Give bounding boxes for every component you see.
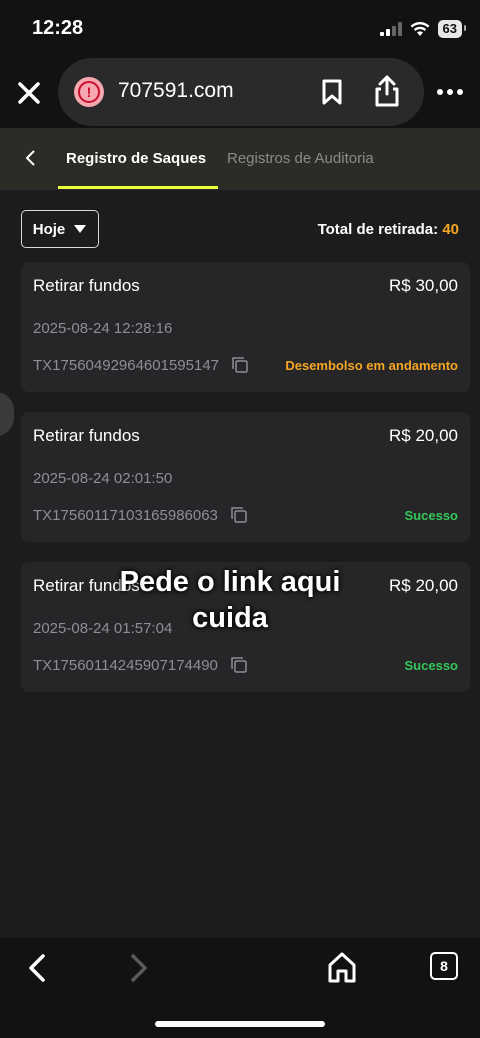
copy-icon[interactable] bbox=[231, 356, 249, 374]
tab-withdrawal-records[interactable]: Registro de Saques bbox=[66, 150, 206, 167]
date-filter-dropdown[interactable]: Hoje bbox=[21, 210, 99, 248]
record-title: Retirar fundos bbox=[33, 426, 140, 445]
share-icon bbox=[375, 75, 399, 107]
home-icon bbox=[328, 952, 356, 983]
chevron-left-icon bbox=[25, 150, 35, 166]
battery-indicator: 63 bbox=[437, 20, 467, 38]
tabs-button[interactable]: 8 bbox=[430, 952, 458, 980]
home-indicator bbox=[155, 1021, 325, 1027]
active-tab-indicator bbox=[58, 186, 218, 189]
close-icon bbox=[18, 82, 40, 104]
back-icon bbox=[29, 954, 45, 982]
withdrawal-record-card: Retirar fundos R$ 30,00 2025-08-24 12:28… bbox=[21, 262, 470, 392]
record-status: Sucesso bbox=[404, 508, 458, 523]
record-amount: R$ 20,00 bbox=[389, 426, 458, 445]
record-tx-row: TX17560117103165986063 bbox=[33, 506, 248, 524]
warning-icon[interactable]: ! bbox=[74, 77, 104, 107]
browser-bottom-bar: 8 bbox=[0, 938, 480, 1038]
total-value: 40 bbox=[442, 221, 459, 238]
status-time: 12:28 bbox=[32, 17, 84, 39]
tabs-bar: Registro de Saques Registros de Auditori… bbox=[0, 128, 480, 190]
copy-icon[interactable] bbox=[230, 656, 248, 674]
nav-forward-button[interactable] bbox=[126, 952, 152, 984]
tab-audit-records[interactable]: Registros de Auditoria bbox=[227, 150, 374, 167]
record-tx-id: TX17560117103165986063 bbox=[33, 506, 218, 524]
total-withdrawal: Total de retirada: 40 bbox=[318, 221, 459, 238]
record-tx-row: TX17560114245907174490 bbox=[33, 656, 248, 674]
address-bar[interactable]: ! 707591.com bbox=[58, 58, 424, 126]
signal-icon bbox=[379, 22, 402, 36]
record-status: Desembolso em andamento bbox=[285, 358, 458, 373]
more-icon bbox=[437, 89, 463, 95]
withdrawal-record-card: Retirar fundos R$ 20,00 2025-08-24 02:01… bbox=[21, 412, 470, 542]
status-bar: 12:28 63 bbox=[0, 0, 480, 58]
caret-down-icon bbox=[74, 225, 87, 233]
copy-icon[interactable] bbox=[230, 506, 248, 524]
record-date: 2025-08-24 02:01:50 bbox=[33, 470, 173, 487]
browser-toolbar: ! 707591.com bbox=[0, 58, 480, 128]
nav-home-button[interactable] bbox=[326, 950, 358, 984]
forward-icon bbox=[131, 954, 147, 982]
more-button[interactable] bbox=[436, 80, 464, 104]
video-caption-overlay: Pede o link aqui cuida bbox=[119, 566, 341, 634]
status-indicators: 63 bbox=[379, 20, 467, 38]
record-title: Retirar fundos bbox=[33, 276, 140, 295]
bookmark-icon bbox=[322, 79, 342, 105]
back-button[interactable] bbox=[22, 148, 40, 168]
total-label: Total de retirada: bbox=[317, 221, 443, 238]
date-filter-label: Hoje bbox=[32, 220, 66, 238]
url-text[interactable]: 707591.com bbox=[118, 79, 234, 103]
record-tx-id: TX17560114245907174490 bbox=[33, 656, 218, 674]
close-button[interactable] bbox=[14, 78, 44, 108]
share-button[interactable] bbox=[372, 74, 402, 108]
bookmark-button[interactable] bbox=[320, 78, 344, 106]
record-date: 2025-08-24 12:28:16 bbox=[33, 320, 173, 337]
record-amount: R$ 30,00 bbox=[389, 276, 458, 295]
record-amount: R$ 20,00 bbox=[389, 576, 458, 595]
record-status: Sucesso bbox=[404, 658, 458, 673]
record-tx-id: TX17560492964601595147 bbox=[33, 356, 220, 374]
wifi-icon bbox=[410, 21, 429, 36]
nav-back-button[interactable] bbox=[24, 952, 50, 984]
record-tx-row: TX17560492964601595147 bbox=[33, 356, 249, 374]
